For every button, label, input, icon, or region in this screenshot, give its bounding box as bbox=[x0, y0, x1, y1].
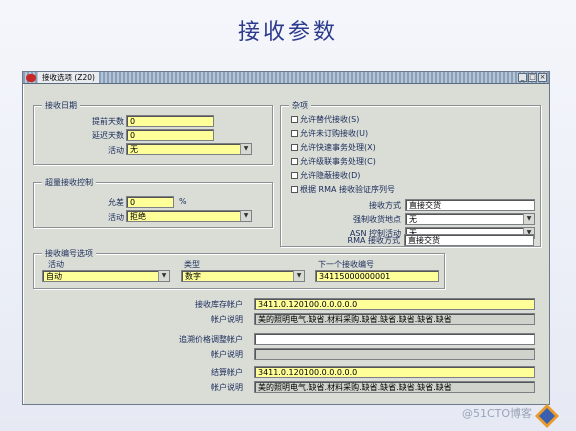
number-entry-select[interactable]: 自动 ▼ bbox=[42, 270, 170, 282]
minimize-button[interactable]: _ bbox=[518, 73, 527, 82]
checkbox-icon[interactable] bbox=[291, 130, 298, 137]
days-early-label: 提前天数 bbox=[92, 117, 124, 126]
tolerance-unit: % bbox=[179, 197, 187, 206]
number-entry-label: 活动 bbox=[48, 260, 64, 269]
inventory-ap-field[interactable]: 3411.0.120100.0.0.0.0.0 bbox=[254, 298, 535, 310]
clearing-desc-label: 帐户说明 bbox=[211, 383, 243, 392]
chevron-down-icon[interactable]: ▼ bbox=[240, 144, 251, 154]
routing-field[interactable]: 直接交货 bbox=[405, 199, 535, 211]
over-receipt-action-label: 活动 bbox=[108, 213, 124, 222]
days-late-label: 延迟天数 bbox=[92, 131, 124, 140]
tolerance-label: 允差 bbox=[108, 198, 124, 207]
receipt-number-group-title: 接收编号选项 bbox=[42, 248, 96, 259]
enforce-ship-to-label: 强制收货地点 bbox=[353, 215, 401, 224]
checkbox-icon[interactable] bbox=[291, 116, 298, 123]
able-logo-icon bbox=[535, 404, 559, 428]
rma-serial-checkbox[interactable]: 根据 RMA 接收验证序列号 bbox=[291, 184, 395, 195]
retro-price-field[interactable] bbox=[254, 333, 535, 345]
rma-routing-field[interactable]: 直接交货 bbox=[404, 234, 534, 246]
retro-price-desc-field bbox=[254, 348, 535, 360]
date-action-value: 无 bbox=[130, 145, 138, 154]
checkbox-icon[interactable] bbox=[291, 144, 298, 151]
checkbox-icon[interactable] bbox=[291, 172, 298, 179]
checkbox-icon[interactable] bbox=[291, 158, 298, 165]
receipt-number-group: 接收编号选项 活动 自动 ▼ 类型 数字 ▼ 下一个接收编号 341150000… bbox=[33, 248, 445, 289]
watermark-text: @51CTO博客 bbox=[462, 407, 533, 420]
receipt-options-window: 接收选项 (Z20) _ □ × 接收日期 提前天数 0 延迟天数 0 活动 无… bbox=[22, 71, 550, 405]
clearing-field[interactable]: 3411.0.120100.0.0.0.0.0 bbox=[254, 366, 535, 378]
days-late-field[interactable]: 0 bbox=[126, 129, 214, 141]
clearing-desc-field: 美的照明电气.缺省.材料采购.缺省.缺省.缺省.缺省.缺省 bbox=[254, 381, 535, 393]
misc-group-title: 杂项 bbox=[289, 100, 311, 111]
enforce-ship-to-select[interactable]: 无 ▼ bbox=[405, 213, 535, 225]
oracle-app-icon bbox=[26, 74, 36, 82]
date-action-select[interactable]: 无 ▼ bbox=[126, 143, 252, 155]
chevron-down-icon[interactable]: ▼ bbox=[158, 271, 169, 281]
inventory-ap-desc-label: 帐户说明 bbox=[211, 315, 243, 324]
retro-price-label: 追溯价格调整帐户 bbox=[179, 335, 243, 344]
maximize-button[interactable]: □ bbox=[528, 73, 537, 82]
receipt-date-group-title: 接收日期 bbox=[42, 100, 80, 111]
over-receipt-group: 超量接收控制 允差 0 % 活动 拒绝 ▼ bbox=[33, 177, 273, 228]
misc-group: 杂项 允许替代接收(S) 允许未订购接收(U) 允许快速事务处理(X) 允许级联… bbox=[280, 100, 541, 247]
date-action-label: 活动 bbox=[108, 146, 124, 155]
inventory-ap-desc-field: 美的照明电气.缺省.材料采购.缺省.缺省.缺省.缺省.缺省 bbox=[254, 313, 535, 325]
next-number-label: 下一个接收编号 bbox=[318, 260, 374, 269]
chevron-down-icon[interactable]: ▼ bbox=[523, 214, 534, 224]
allow-substitute-checkbox[interactable]: 允许替代接收(S) bbox=[291, 114, 359, 125]
number-type-label: 类型 bbox=[184, 260, 200, 269]
over-receipt-action-select[interactable]: 拒绝 ▼ bbox=[126, 210, 252, 222]
slide-title: 接收参数 bbox=[237, 20, 338, 45]
inventory-ap-label: 接收库存帐户 bbox=[195, 300, 243, 309]
retro-price-desc-label: 帐户说明 bbox=[211, 350, 243, 359]
chevron-down-icon[interactable]: ▼ bbox=[240, 211, 251, 221]
next-number-field[interactable]: 34115000000001 bbox=[315, 270, 439, 282]
routing-label: 接收方式 bbox=[369, 201, 401, 210]
tolerance-field[interactable]: 0 bbox=[126, 196, 174, 208]
close-button[interactable]: × bbox=[538, 73, 547, 82]
window-titlebar[interactable]: 接收选项 (Z20) _ □ × bbox=[23, 72, 549, 84]
chevron-down-icon[interactable]: ▼ bbox=[293, 271, 304, 281]
checkbox-icon[interactable] bbox=[291, 186, 298, 193]
number-type-select[interactable]: 数字 ▼ bbox=[181, 270, 305, 282]
receipt-date-group: 接收日期 提前天数 0 延迟天数 0 活动 无 ▼ bbox=[33, 100, 273, 165]
clearing-label: 结算帐户 bbox=[211, 368, 243, 377]
allow-blind-checkbox[interactable]: 允许隐蔽接收(D) bbox=[291, 170, 360, 181]
days-early-field[interactable]: 0 bbox=[126, 115, 214, 127]
allow-cascade-checkbox[interactable]: 允许级联事务处理(C) bbox=[291, 156, 376, 167]
over-receipt-group-title: 超量接收控制 bbox=[42, 177, 96, 188]
allow-express-checkbox[interactable]: 允许快速事务处理(X) bbox=[291, 142, 376, 153]
over-receipt-action-value: 拒绝 bbox=[130, 212, 146, 221]
window-title: 接收选项 (Z20) bbox=[38, 72, 99, 83]
allow-unordered-checkbox[interactable]: 允许未订购接收(U) bbox=[291, 128, 368, 139]
rma-routing-label: RMA 接收方式 bbox=[347, 236, 400, 245]
